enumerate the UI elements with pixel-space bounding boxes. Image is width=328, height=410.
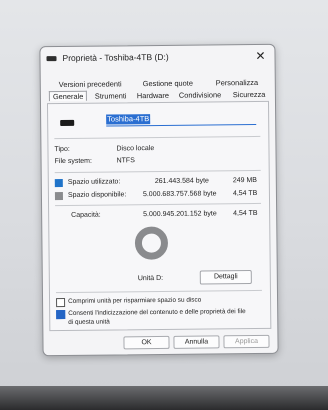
used-bytes: 261.443.584 byte	[154, 177, 209, 186]
index-label-line2: di questa unità	[68, 318, 110, 326]
free-label: Spazio disponibile:	[67, 191, 127, 199]
used-label: Spazio utilizzato:	[67, 178, 121, 186]
compress-checkbox[interactable]	[56, 297, 66, 308]
input-underline	[106, 123, 257, 127]
capacity-size: 4,54 TB	[233, 209, 258, 218]
drive-letter-label: Unità D:	[137, 274, 164, 283]
ok-button[interactable]: OK	[123, 335, 170, 350]
tab-condivisione[interactable]: Condivisione	[179, 90, 221, 99]
fs-value: NTFS	[116, 157, 135, 165]
tab-versioni-precedenti[interactable]: Versioni precedenti	[59, 79, 122, 89]
free-bytes: 5.000.683.757.568 byte	[142, 190, 217, 199]
capacity-bytes: 5.000.945.201.152 byte	[143, 210, 217, 219]
separator	[54, 135, 261, 140]
used-space-swatch	[54, 179, 63, 188]
close-icon[interactable]: ✕	[252, 48, 268, 64]
used-size: 249 MB	[232, 176, 257, 185]
index-label-line1: Consenti l'indicizzazione del contenuto …	[68, 308, 246, 317]
window-title: Proprietà - Toshiba-4TB (D:)	[62, 51, 169, 64]
general-tab-panel: Toshiba-4TB Tipo: Disco locale File syst…	[46, 100, 272, 332]
tab-hardware[interactable]: Hardware	[137, 91, 169, 100]
monitor-bezel	[0, 386, 328, 410]
title-bar: Proprietà - Toshiba-4TB (D:) ✕	[40, 45, 274, 69]
details-button[interactable]: Dettagli	[199, 270, 252, 285]
separator	[55, 289, 262, 294]
cancel-button[interactable]: Annulla	[173, 335, 220, 349]
capacity-label: Capacità:	[71, 211, 101, 219]
drive-icon	[46, 56, 57, 62]
separator	[54, 169, 261, 174]
index-checkbox[interactable]	[56, 309, 66, 320]
type-value: Disco locale	[116, 145, 155, 153]
free-space-swatch	[54, 192, 63, 201]
free-size: 4,54 TB	[232, 189, 258, 198]
tabs-row-1: Versioni precedenti Gestione quote Perso…	[51, 78, 271, 90]
free-space-ring	[134, 226, 168, 260]
tab-generale[interactable]: Generale	[48, 90, 88, 102]
compress-label: Comprimi unità per risparmiare spazio su…	[68, 296, 202, 305]
drive-icon	[60, 119, 75, 127]
tab-sicurezza[interactable]: Sicurezza	[233, 90, 266, 99]
type-label: Tipo:	[54, 145, 70, 154]
tab-gestione-quote[interactable]: Gestione quote	[143, 79, 193, 89]
tab-personalizza[interactable]: Personalizza	[216, 78, 258, 87]
fs-label: File system:	[54, 157, 92, 166]
properties-dialog: Proprietà - Toshiba-4TB (D:) ✕ Versioni …	[39, 43, 279, 357]
apply-button[interactable]: Applica	[223, 334, 270, 349]
volume-name-input[interactable]: Toshiba-4TB	[106, 114, 151, 125]
usage-donut-chart	[134, 226, 168, 260]
separator	[55, 202, 262, 207]
tab-strumenti[interactable]: Strumenti	[95, 91, 127, 100]
